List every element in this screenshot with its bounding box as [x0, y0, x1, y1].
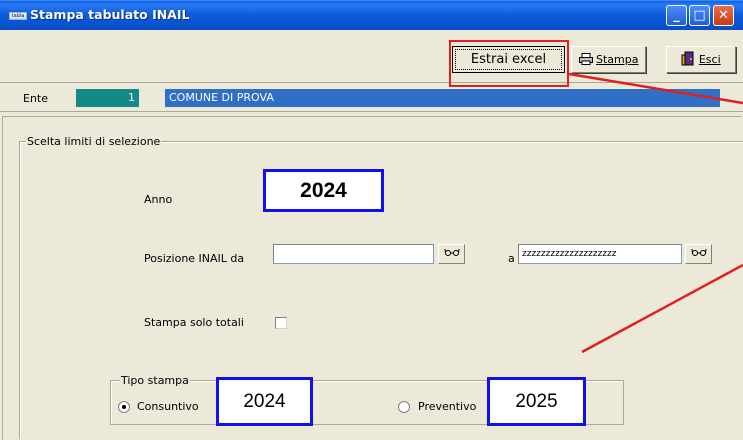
position-to-input[interactable]: zzzzzzzzzzzzzzzzzzzz	[518, 244, 682, 264]
selection-group-title: Scelta limiti di selezione	[26, 135, 162, 148]
only-totals-label: Stampa solo totali	[144, 316, 244, 329]
glasses-icon	[691, 248, 707, 259]
year-label: Anno	[144, 193, 173, 206]
print-label: Stampa	[596, 53, 639, 66]
position-to-lookup-button[interactable]	[685, 244, 712, 264]
ente-label: Ente	[23, 92, 49, 105]
consuntivo-year: 2024	[216, 377, 313, 426]
glasses-icon	[444, 248, 460, 259]
position-from-input[interactable]	[273, 244, 434, 264]
print-button[interactable]: Stampa	[571, 46, 646, 73]
consuntivo-label[interactable]: Consuntivo	[137, 400, 199, 413]
position-to-label: a	[508, 252, 515, 265]
preventivo-radio[interactable]	[398, 401, 410, 413]
ente-code: 1	[76, 89, 139, 107]
excel-highlight-box	[449, 40, 569, 87]
window-title: Stampa tabulato INAIL	[30, 7, 190, 22]
door-exit-icon	[681, 51, 699, 66]
title-bar: tabla Stampa tabulato INAIL _ □ ✕	[0, 0, 743, 30]
app-icon: tabla	[9, 12, 27, 20]
minimize-button[interactable]: _	[666, 5, 687, 26]
consuntivo-radio[interactable]	[118, 401, 130, 413]
print-type-group-title: Tipo stampa	[120, 374, 190, 387]
position-from-label: Posizione INAIL da	[144, 252, 245, 265]
position-from-lookup-button[interactable]	[438, 244, 465, 264]
ente-bar: Ente 1 COMUNE DI PROVA	[0, 85, 743, 112]
maximize-button[interactable]: □	[689, 5, 710, 26]
close-button[interactable]: ✕	[713, 5, 734, 26]
year-input[interactable]: 2024	[263, 169, 384, 212]
exit-button[interactable]: Esci	[666, 46, 736, 73]
toolbar: Estrai excel Stampa Esci	[0, 30, 743, 83]
preventivo-year: 2025	[487, 377, 586, 426]
exit-label: Esci	[698, 53, 721, 66]
printer-icon	[578, 53, 597, 66]
only-totals-checkbox[interactable]	[275, 317, 287, 329]
ente-name: COMUNE DI PROVA	[165, 89, 720, 107]
preventivo-label[interactable]: Preventivo	[418, 400, 476, 413]
